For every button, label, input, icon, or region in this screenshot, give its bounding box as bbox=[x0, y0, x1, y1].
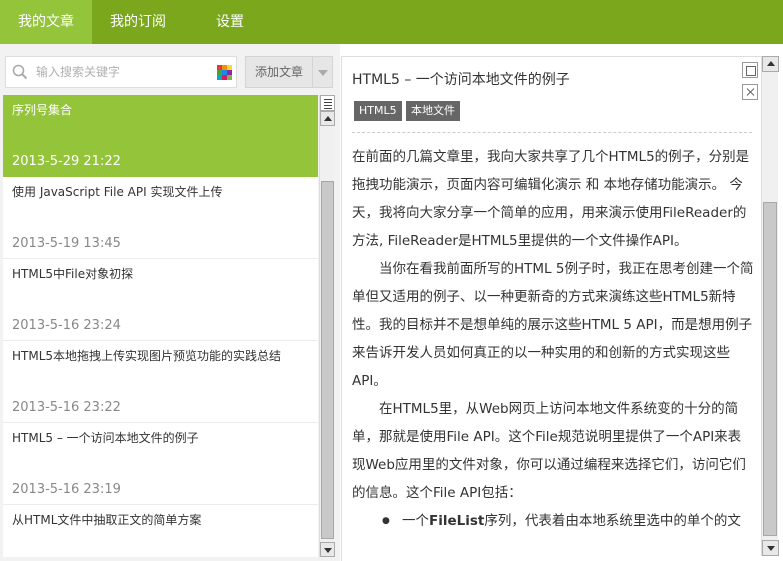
list-item[interactable]: HTML5 – 一个访问本地文件的例子 2013-5-16 23:19 bbox=[3, 423, 318, 505]
list-item-date: 2013-5-16 23:19 bbox=[12, 482, 121, 497]
scroll-down-arrow-icon[interactable] bbox=[320, 542, 335, 557]
search-input[interactable] bbox=[36, 61, 206, 83]
list-item-date: 2013-5-19 13:45 bbox=[12, 236, 121, 251]
close-icon[interactable] bbox=[742, 84, 758, 100]
list-item-title: HTML5 – 一个访问本地文件的例子 bbox=[12, 431, 199, 445]
scroll-up-arrow-icon[interactable] bbox=[762, 56, 779, 72]
article-paragraph: 在前面的几篇文章里，我向大家共享了几个HTML5的例子，分别是拖拽功能演示，页面… bbox=[352, 149, 750, 249]
list-scrollbar[interactable] bbox=[319, 95, 335, 557]
article-title: HTML5 – 一个访问本地文件的例子 bbox=[352, 72, 570, 88]
title-divider bbox=[352, 132, 752, 133]
list-item-title: 从HTML文件中抽取正文的简单方案 bbox=[12, 513, 202, 527]
article-bullet-list: 一个FileList序列，代表着由本地系统里选中的单个的文 bbox=[352, 507, 754, 535]
scroll-up-arrow-icon[interactable] bbox=[320, 111, 335, 126]
list-item-title: 使用 JavaScript File API 实现文件上传 bbox=[12, 185, 223, 199]
maximize-icon[interactable] bbox=[742, 62, 758, 78]
tab-my-articles[interactable]: 我的文章 bbox=[0, 0, 92, 44]
list-item-date: 2013-5-16 23:22 bbox=[12, 400, 121, 415]
list-item-title: 序列号集合 bbox=[12, 103, 73, 117]
bullet-item: 一个FileList序列，代表着由本地系统里选中的单个的文 bbox=[352, 507, 754, 535]
tag-badge[interactable]: HTML5 bbox=[354, 101, 402, 121]
bullet-bold-term: FileList bbox=[429, 513, 485, 529]
top-nav: 我的文章 我的订阅 设置 bbox=[0, 0, 783, 44]
list-item-title: HTML5本地拖拽上传实现图片预览功能的实践总结 bbox=[12, 349, 282, 363]
scroll-down-arrow-icon[interactable] bbox=[762, 540, 779, 556]
article-list: 序列号集合 2013-5-29 21:22 使用 JavaScript File… bbox=[3, 95, 318, 557]
tab-my-subscriptions[interactable]: 我的订阅 bbox=[92, 0, 184, 44]
scrollbar-thumb[interactable] bbox=[763, 202, 777, 536]
list-item[interactable]: 从HTML文件中抽取正文的简单方案 bbox=[3, 505, 318, 557]
list-item-date: 2013-5-29 21:22 bbox=[12, 154, 121, 169]
article-paragraph: 当你在看我前面所写的HTML 5例子时，我正在思考创建一个简单但又适用的例子、以… bbox=[352, 261, 754, 389]
list-item[interactable]: HTML5本地拖拽上传实现图片预览功能的实践总结 2013-5-16 23:22 bbox=[3, 341, 318, 423]
article-paragraph: 在HTML5里，从Web网页上访问本地文件系统变的十分的简单，那就是使用File… bbox=[352, 401, 746, 501]
list-menu-icon[interactable] bbox=[320, 95, 335, 111]
list-item-date: 2013-5-16 23:24 bbox=[12, 318, 121, 333]
article-list-panel: 添加文章 序列号集合 2013-5-29 21:22 使用 JavaScript… bbox=[0, 44, 340, 561]
color-grid-icon[interactable] bbox=[217, 65, 232, 80]
list-item[interactable]: 序列号集合 2013-5-29 21:22 bbox=[3, 95, 318, 177]
list-item[interactable]: 使用 JavaScript File API 实现文件上传 2013-5-19 … bbox=[3, 177, 318, 259]
add-article-dropdown[interactable] bbox=[313, 56, 333, 88]
search-icon[interactable] bbox=[12, 64, 28, 80]
scrollbar-thumb[interactable] bbox=[321, 181, 334, 539]
add-article-button[interactable]: 添加文章 bbox=[245, 56, 313, 88]
search-box bbox=[5, 56, 237, 88]
list-item[interactable]: HTML5中File对象初探 2013-5-16 23:24 bbox=[3, 259, 318, 341]
tag-badge[interactable]: 本地文件 bbox=[406, 101, 460, 121]
article-body: 在前面的几篇文章里，我向大家共享了几个HTML5的例子，分别是拖拽功能演示，页面… bbox=[352, 143, 754, 561]
article-scrollbar[interactable] bbox=[761, 56, 779, 556]
tab-settings[interactable]: 设置 bbox=[184, 0, 276, 44]
bullet-text: 序列，代表着由本地系统里选中的单个的文 bbox=[484, 513, 741, 529]
list-item-title: HTML5中File对象初探 bbox=[12, 267, 134, 281]
article-view: HTML5 – 一个访问本地文件的例子 HTML5 本地文件 在前面的几篇文章里… bbox=[341, 56, 761, 561]
